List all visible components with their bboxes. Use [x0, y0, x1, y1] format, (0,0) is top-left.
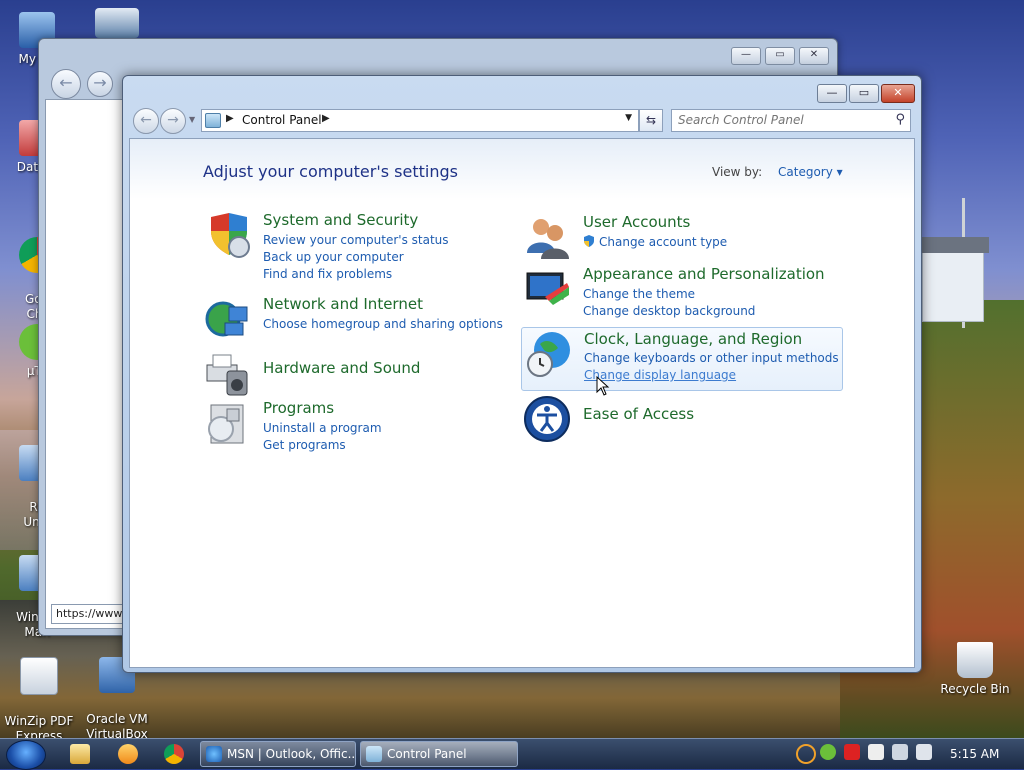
link-change-theme[interactable]: Change the theme [583, 287, 695, 301]
desktop-icon-server[interactable] [80, 8, 154, 42]
category-title[interactable]: Ease of Access [583, 405, 694, 423]
address-bar[interactable]: ▶ Control Panel ▶ ▼ [201, 109, 639, 132]
category-title[interactable]: Network and Internet [263, 295, 423, 313]
category-clock-language-region[interactable]: Clock, Language, and Region Change keybo… [521, 327, 843, 391]
category-programs[interactable]: Programs Uninstall a program Get program… [203, 399, 503, 453]
link-change-keyboards[interactable]: Change keyboards or other input methods [584, 351, 839, 365]
recent-pages-dropdown-icon[interactable]: ▼ [189, 115, 195, 124]
media-player-pinned-icon[interactable] [118, 744, 138, 764]
forward-arrow-icon: → [93, 73, 107, 92]
desktop-wallpaper-house [917, 237, 989, 322]
link-homegroup[interactable]: Choose homegroup and sharing options [263, 317, 503, 331]
recycle-bin-icon [957, 642, 993, 678]
link-get-programs[interactable]: Get programs [263, 438, 346, 452]
taskbar-clock[interactable]: 5:15 AM [950, 747, 999, 761]
control-panel-content: Adjust your computer's settings View by:… [129, 138, 915, 668]
action-center-flag-icon[interactable] [868, 744, 884, 760]
utorrent-tray-icon[interactable] [820, 744, 836, 760]
category-title[interactable]: System and Security [263, 211, 418, 229]
taskbar: MSN | Outlook, Offic... Control Panel 5:… [0, 738, 1024, 770]
internet-explorer-icon [206, 746, 222, 762]
category-system-security[interactable]: System and Security Review your computer… [203, 211, 503, 281]
back-button[interactable]: ← [51, 69, 81, 99]
control-panel-window[interactable]: — ▭ ✕ ← → ▼ ▶ Control Panel ▶ ▼ ⇆ ⚲ Adju… [122, 75, 922, 673]
address-toolbar: ← → ▼ ▶ Control Panel ▶ ▼ ⇆ ⚲ [129, 106, 913, 136]
category-appearance[interactable]: Appearance and Personalization Change th… [523, 265, 843, 319]
start-button[interactable] [6, 740, 46, 770]
search-box[interactable]: ⚲ [671, 109, 911, 132]
maximize-button[interactable]: ▭ [849, 84, 879, 103]
category-user-accounts[interactable]: User Accounts Change account type [523, 213, 843, 261]
link-desktop-background[interactable]: Change desktop background [583, 304, 755, 318]
shield-icon [203, 211, 251, 259]
close-button[interactable]: ✕ [881, 84, 915, 103]
breadcrumb-separator-icon[interactable]: ▶ [322, 113, 330, 124]
view-by-label: View by: [712, 165, 763, 179]
printer-speaker-icon [203, 349, 251, 397]
control-panel-icon [205, 113, 221, 128]
server-icon [95, 8, 139, 38]
uac-shield-icon [583, 235, 595, 251]
breadcrumb-separator-icon[interactable]: ▶ [226, 113, 234, 124]
globe-network-icon [203, 295, 251, 343]
desktop-icon-recycle-bin[interactable]: Recycle Bin [938, 642, 1012, 697]
link-uninstall[interactable]: Uninstall a program [263, 421, 382, 435]
forward-arrow-icon: → [167, 112, 179, 128]
mouse-cursor-icon [596, 375, 610, 399]
link-review-status[interactable]: Review your computer's status [263, 233, 449, 247]
volume-icon[interactable] [916, 744, 932, 760]
category-hardware-sound[interactable]: Hardware and Sound [203, 349, 503, 399]
desktop-icon-winzip-pdf[interactable]: WinZip PDF Express [2, 642, 76, 744]
appearance-icon [523, 265, 571, 313]
taskbar-button-msn[interactable]: MSN | Outlook, Offic... [200, 741, 356, 767]
close-button[interactable]: ✕ [799, 47, 829, 65]
link-back-up[interactable]: Back up your computer [263, 250, 404, 264]
status-url: https://www [51, 604, 123, 624]
pdf-icon [20, 657, 58, 695]
minimize-button[interactable]: — [817, 84, 847, 103]
view-by-dropdown[interactable]: Category ▾ [778, 165, 843, 179]
address-dropdown-icon[interactable]: ▼ [625, 113, 632, 123]
category-title[interactable]: User Accounts [583, 213, 690, 231]
users-icon [523, 213, 571, 261]
refresh-icon: ⇆ [645, 113, 657, 127]
ease-of-access-icon [523, 395, 571, 443]
link-change-account-type[interactable]: Change account type [599, 235, 727, 249]
back-button[interactable]: ← [133, 108, 159, 134]
category-ease-of-access[interactable]: Ease of Access [523, 395, 843, 445]
antivirus-tray-icon[interactable] [844, 744, 860, 760]
minimize-button[interactable]: — [731, 47, 761, 65]
search-icon[interactable]: ⚲ [895, 112, 905, 127]
category-network-internet[interactable]: Network and Internet Choose homegroup an… [203, 295, 503, 345]
breadcrumb-control-panel[interactable]: Control Panel [242, 113, 322, 127]
programs-icon [203, 399, 251, 447]
view-by: View by: Category ▾ [712, 165, 843, 179]
chrome-pinned-icon[interactable] [164, 744, 184, 764]
search-tray-icon[interactable] [796, 744, 816, 764]
taskbar-button-control-panel[interactable]: Control Panel [360, 741, 518, 767]
category-title[interactable]: Clock, Language, and Region [584, 330, 802, 348]
background-window-content [45, 99, 127, 629]
globe-clock-icon [524, 330, 572, 378]
back-arrow-icon: ← [59, 73, 73, 92]
control-panel-icon [366, 746, 382, 762]
maximize-button[interactable]: ▭ [765, 47, 795, 65]
forward-button[interactable]: → [160, 108, 186, 134]
back-arrow-icon: ← [140, 112, 152, 128]
network-tray-icon[interactable] [892, 744, 908, 760]
refresh-button[interactable]: ⇆ [639, 109, 663, 132]
category-title[interactable]: Hardware and Sound [263, 359, 420, 377]
forward-button[interactable]: → [87, 71, 113, 97]
category-title[interactable]: Programs [263, 399, 334, 417]
category-title[interactable]: Appearance and Personalization [583, 265, 825, 283]
link-find-fix[interactable]: Find and fix problems [263, 267, 392, 281]
explorer-pinned-icon[interactable] [70, 744, 90, 764]
search-input[interactable] [678, 110, 888, 129]
page-title: Adjust your computer's settings [203, 162, 458, 181]
